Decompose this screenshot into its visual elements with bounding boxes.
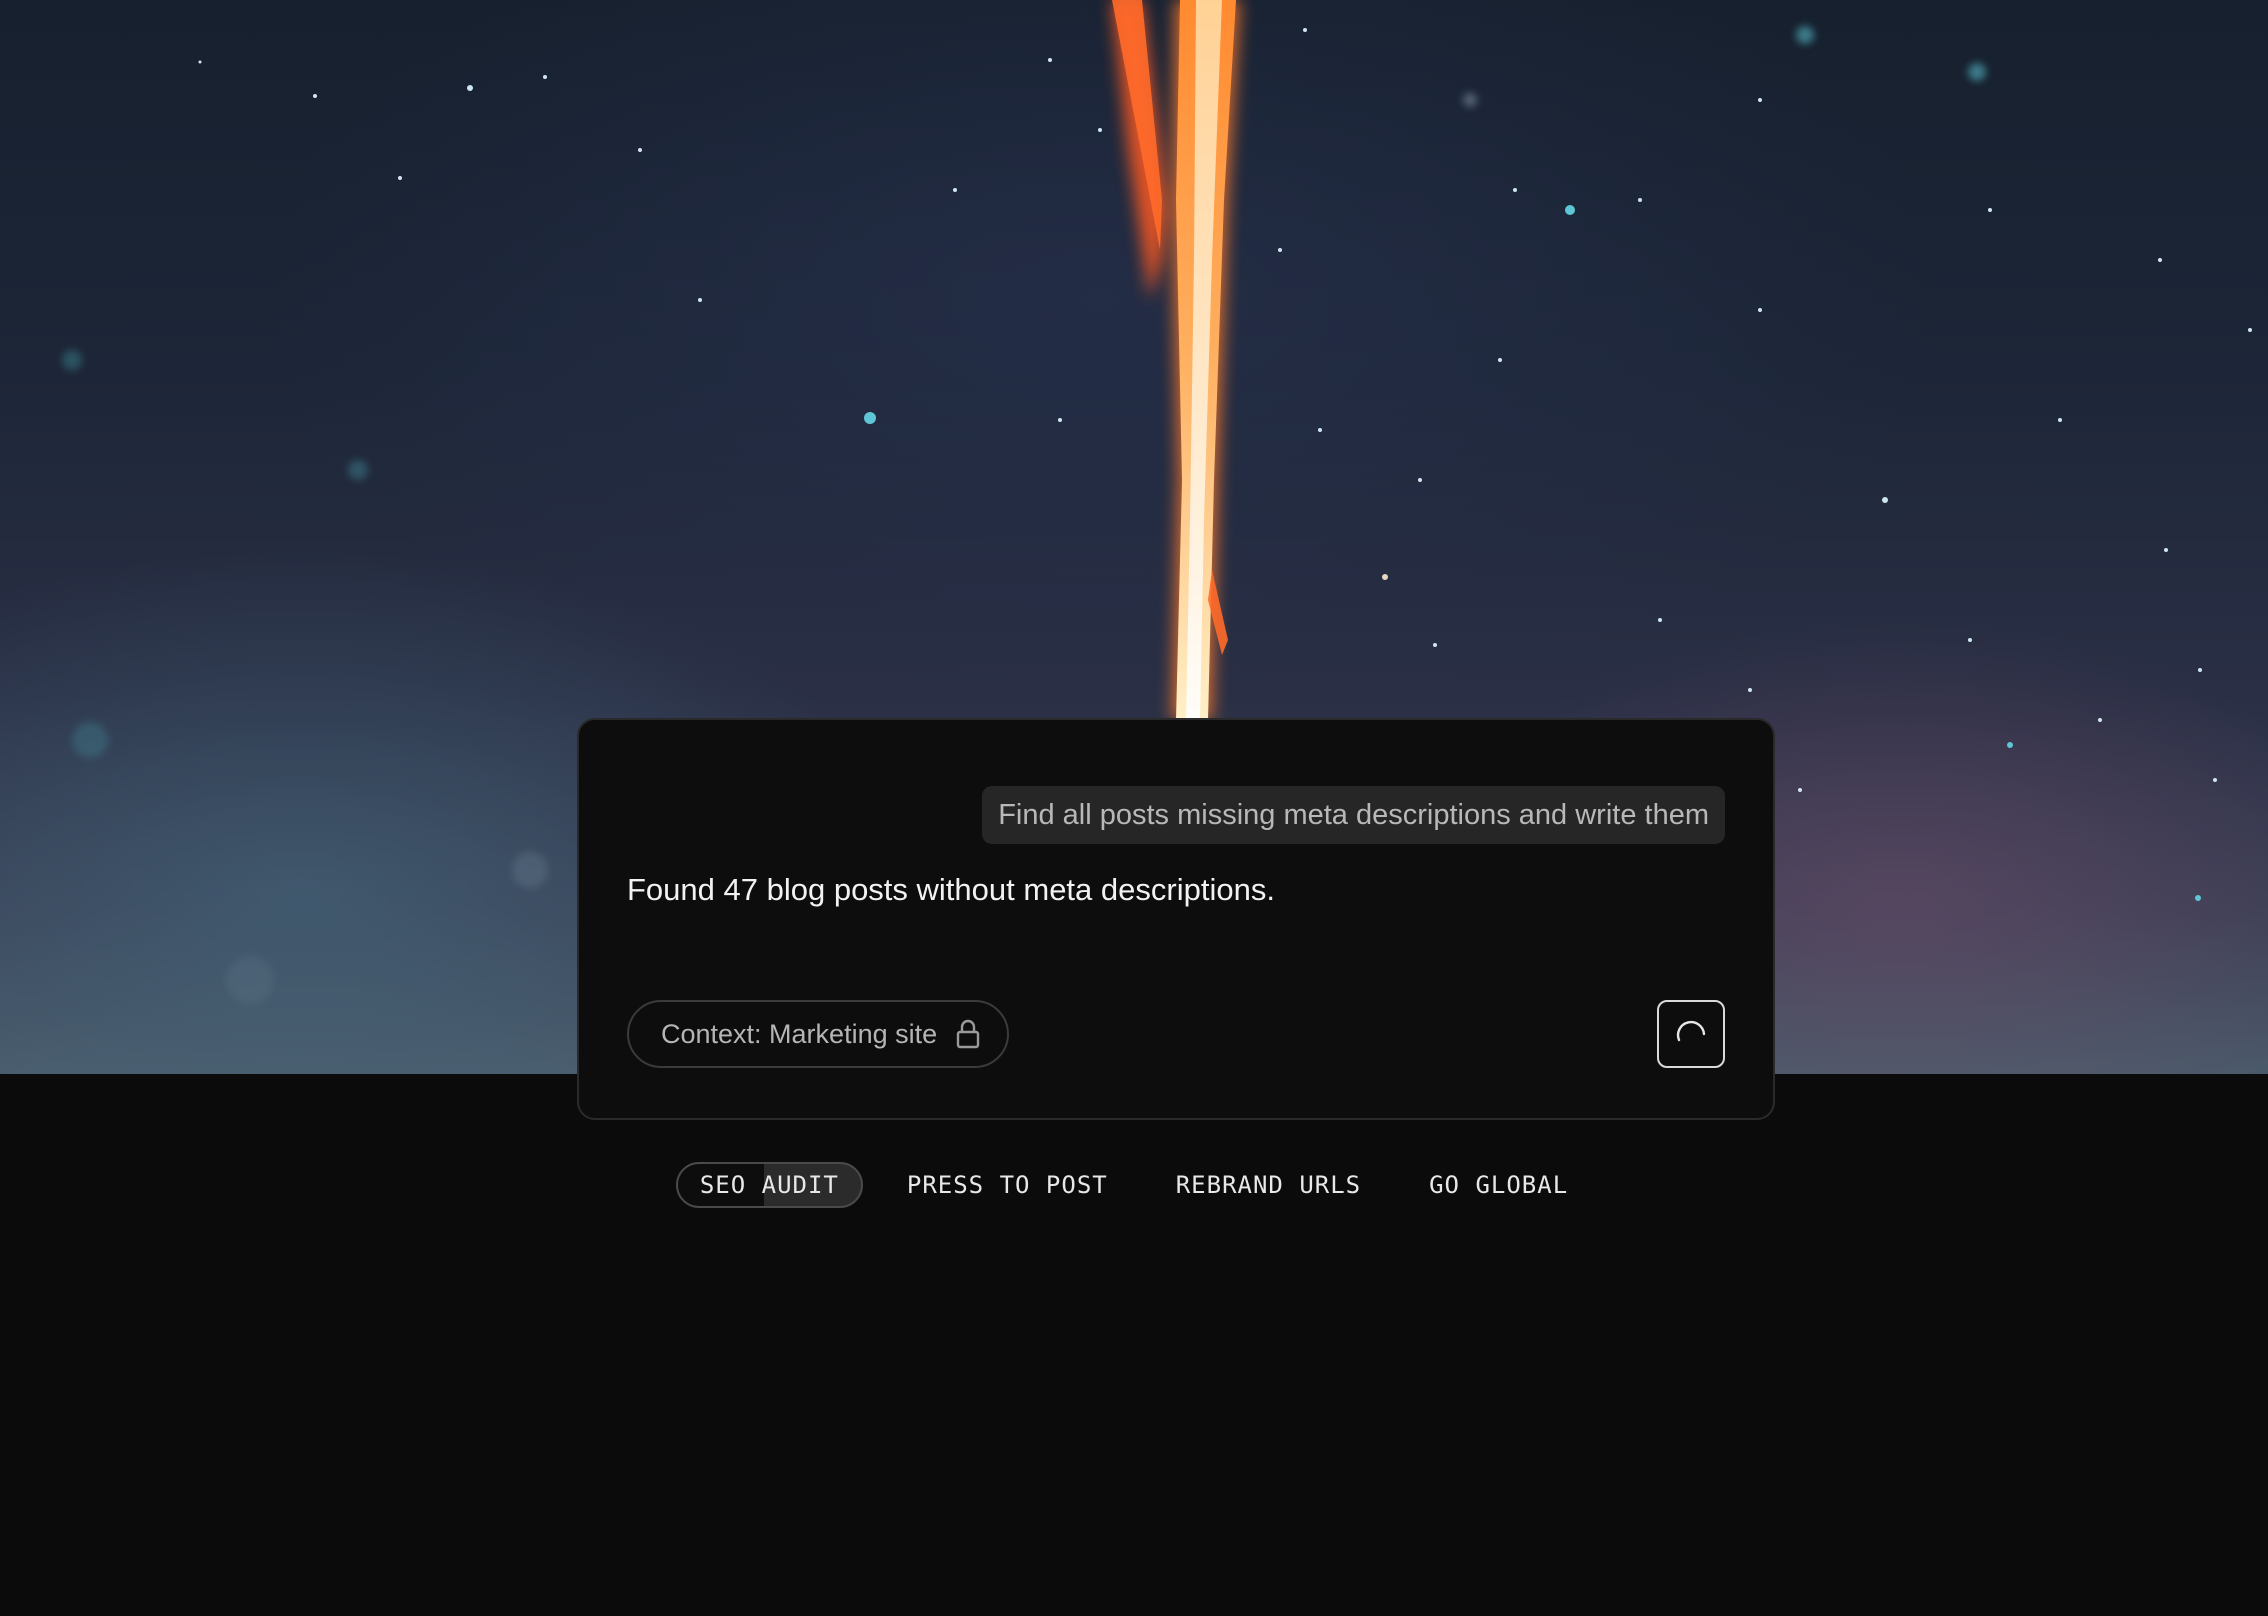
page: Find all posts missing meta descriptions…: [0, 0, 2268, 1616]
tab-seo-audit[interactable]: SEO AUDIT: [675, 1162, 863, 1208]
tab-go-global[interactable]: GO GLOBAL: [1405, 1162, 1592, 1208]
loading-spinner-icon: [1676, 1020, 1706, 1042]
example-tabs: SEO AUDIT PRESS TO POST REBRAND URLS GO …: [0, 1161, 2268, 1209]
user-message-bubble: Find all posts missing meta descriptions…: [982, 786, 1725, 844]
tab-press-to-post[interactable]: PRESS TO POST: [883, 1162, 1132, 1208]
assistant-message: Found 47 blog posts without meta descrip…: [627, 872, 1275, 907]
loading-status-button[interactable]: [1657, 1000, 1725, 1068]
context-selector[interactable]: Context: Marketing site: [627, 1000, 1010, 1068]
tab-rebrand-urls[interactable]: REBRAND URLS: [1152, 1162, 1385, 1208]
chat-card: Find all posts missing meta descriptions…: [577, 718, 1775, 1120]
lock-icon: [955, 1018, 981, 1050]
context-label: Context: Marketing site: [661, 1018, 938, 1049]
